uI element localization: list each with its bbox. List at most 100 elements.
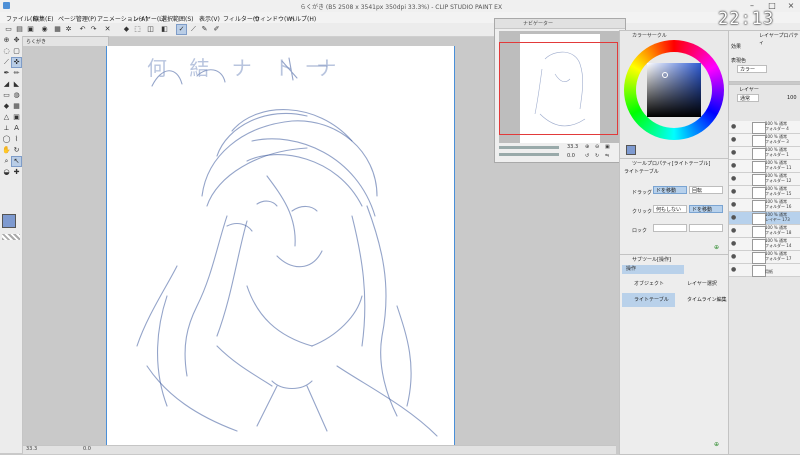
lasso-tool-icon[interactable]: ◌ [2,47,11,56]
eye-icon[interactable]: ● [731,227,738,234]
zoom-tool-icon[interactable]: ⊕ [2,36,11,45]
canvas-paper[interactable]: 何 結 ナ ト ナ [107,46,454,445]
edit-icon[interactable]: ✐ [212,25,221,34]
zoom-slider[interactable] [499,146,559,149]
eyedropper-icon[interactable]: ⟋ [2,58,11,67]
gradient-tool-icon[interactable]: ▦ [12,102,21,111]
operation-tool-icon[interactable]: ↖ [11,156,22,167]
layer-row[interactable]: ● 100 % 通常 フォルダー 16 [729,199,800,212]
eye-icon[interactable]: ● [731,201,738,208]
main-color-swatch[interactable] [2,214,16,228]
sub-tool-timeline[interactable]: タイムライン編集 [675,293,728,307]
transform-icon[interactable]: ⬚ [133,25,142,34]
add-sub-tool-icon[interactable]: ⊕ [714,441,719,448]
undo-icon[interactable]: ↶ [78,25,87,34]
color-picker-cursor[interactable] [662,72,668,78]
sub-tool-lighttable[interactable]: ライトテーブル [622,293,675,307]
ruler-tool-icon[interactable]: ⟂ [2,124,11,133]
open-file-icon[interactable]: ▤ [15,25,24,34]
fill-icon[interactable]: ◆ [122,25,131,34]
sub-tool-layer-select[interactable]: レイヤー選択 [675,277,728,291]
eye-icon[interactable]: ● [731,136,738,143]
eye-icon[interactable]: ● [731,188,738,195]
layer-row[interactable]: ● 100 % 通常 フォルダー 11 [729,160,800,173]
eye-icon[interactable]: ● [731,214,738,221]
droplet-icon[interactable]: ◒ [2,168,11,177]
pen-mode-icon[interactable]: ✓ [176,24,187,35]
close-icon[interactable]: × [781,0,800,12]
pen-tool-icon[interactable]: ✒ [2,69,11,78]
clip-studio-icon[interactable]: ◉ [40,25,49,34]
brush-tool-icon[interactable]: ◢ [2,80,11,89]
search-icon[interactable]: ⌕ [2,157,11,166]
hand-tool-icon[interactable]: ✋ [2,146,11,155]
menu-edit[interactable]: 編集(E) [33,14,53,23]
transparent-color-swatch[interactable] [2,234,20,240]
zoom-out-icon[interactable]: ⊖ [595,144,599,150]
select-tool-icon[interactable]: ▢ [12,47,21,56]
brush-icon[interactable]: ✎ [200,25,209,34]
menu-view[interactable]: 表示(V) [199,14,220,23]
menu-help[interactable]: ヘルプ(H) [289,14,316,23]
navigator-rotation-value[interactable]: 0.0 [567,153,575,159]
layer-row[interactable]: ● 100 % 通常 フォルダー 12 [729,173,800,186]
fill-tool-icon[interactable]: ◆ [2,102,11,111]
lock-option-2[interactable] [689,224,723,232]
eye-icon[interactable]: ● [731,240,738,247]
balloon-tool-icon[interactable]: ◯ [2,135,11,144]
navigator-title-bar[interactable]: ナビゲーター [495,19,625,29]
eye-icon[interactable]: ● [731,266,738,273]
frame-tool-icon[interactable]: ▣ [12,113,21,122]
blend-tool-icon[interactable]: ◍ [12,91,21,100]
pencil-tool-icon[interactable]: ✏ [12,69,21,78]
figure-tool-icon[interactable]: △ [2,113,11,122]
layer-row[interactable]: ● 100 % 通常 フォルダー 3 [729,134,800,147]
layer-row[interactable]: ● 100 % 通常 フォルダー 14 [729,238,800,251]
eye-icon[interactable]: ● [731,123,738,130]
layer-row[interactable]: ● 100 % 通常 フォルダー 4 [729,121,800,134]
status-zoom-value[interactable]: 33.3 [26,446,37,452]
sub-tool-group-tab[interactable]: 操作 [622,265,684,274]
click-option-none[interactable]: 何もしない [653,205,687,213]
ruler-snap-icon[interactable]: ⟋ [189,25,198,34]
drag-option-move[interactable]: ドを移動 [653,186,687,194]
save-icon[interactable]: ▣ [26,25,35,34]
eraser-tool-icon[interactable]: ▭ [2,91,11,100]
opacity-value[interactable]: 100 [787,95,797,101]
status-rotation-value[interactable]: 0.0 [83,446,91,452]
blend-mode-select[interactable]: 通常 [737,94,759,102]
invert-selection-icon[interactable]: ◧ [160,25,169,34]
menu-selection[interactable]: 選択範囲(S) [161,14,194,23]
click-option-move[interactable]: ドを移動 [689,205,723,213]
layer-row[interactable]: ● 100 % 通常 フォルダー 17 [729,251,800,264]
eye-icon[interactable]: ● [731,253,738,260]
lighttable-tool-icon[interactable]: ✜ [11,57,22,68]
redo-icon[interactable]: ↷ [89,25,98,34]
menu-page[interactable]: ページ管理(P) [58,14,96,23]
correction-tool-icon[interactable]: ⌇ [12,135,21,144]
new-file-icon[interactable]: ▭ [4,25,13,34]
fit-icon[interactable]: ▣ [605,144,610,150]
zoom-in-icon[interactable]: ⊕ [585,144,589,150]
rotate-left-icon[interactable]: ↺ [585,153,589,159]
layer-row[interactable]: ● 100 % 通常 レイヤー 173 [729,212,800,225]
layer-move-icon[interactable]: ✚ [12,168,21,177]
hue-ring[interactable] [624,40,724,140]
airbrush-tool-icon[interactable]: ◣ [12,80,21,89]
saturation-value-square[interactable] [647,63,701,117]
eye-icon[interactable]: ● [731,175,738,182]
eye-icon[interactable]: ● [731,149,738,156]
layer-row[interactable]: ● 100 % 通常 フォルダー 1 [729,147,800,160]
layer-row[interactable]: ● 100 % 通常 フォルダー 15 [729,186,800,199]
settings-icon[interactable]: ✲ [64,25,73,34]
rotate-tool-icon[interactable]: ↻ [12,146,21,155]
rotation-slider[interactable] [499,153,559,156]
export-icon[interactable]: ▦ [53,25,62,34]
layer-row[interactable]: ● 100 % 通常 フォルダー 18 [729,225,800,238]
clear-icon[interactable]: ✕ [103,25,112,34]
sub-tool-object[interactable]: オブジェクト [622,277,675,291]
eye-icon[interactable]: ● [731,162,738,169]
text-tool-icon[interactable]: A [12,124,21,133]
rotate-right-icon[interactable]: ↻ [595,153,599,159]
current-color-chip[interactable] [626,145,636,155]
